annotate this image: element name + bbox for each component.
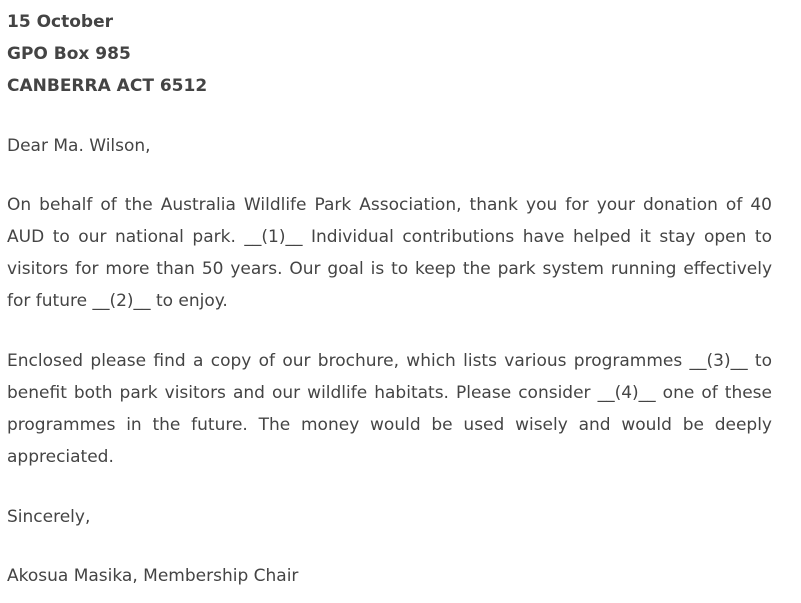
- address-line-2: CANBERRA ACT 6512: [7, 76, 208, 96]
- letter: 15 October GPO Box 985 CANBERRA ACT 6512…: [0, 0, 801, 603]
- salutation: Dear Ma. Wilson,: [7, 136, 151, 156]
- signature: Akosua Masika, Membership Chair: [7, 566, 299, 586]
- address-line-1: GPO Box 985: [7, 44, 131, 64]
- closing: Sincerely,: [7, 507, 91, 527]
- body-paragraph-2: Enclosed please find a copy of our broch…: [7, 351, 772, 467]
- body-paragraph-1: On behalf of the Australia Wildlife Park…: [7, 195, 772, 311]
- letter-header: 15 October GPO Box 985 CANBERRA ACT 6512: [7, 6, 787, 102]
- letter-date: 15 October: [7, 12, 113, 32]
